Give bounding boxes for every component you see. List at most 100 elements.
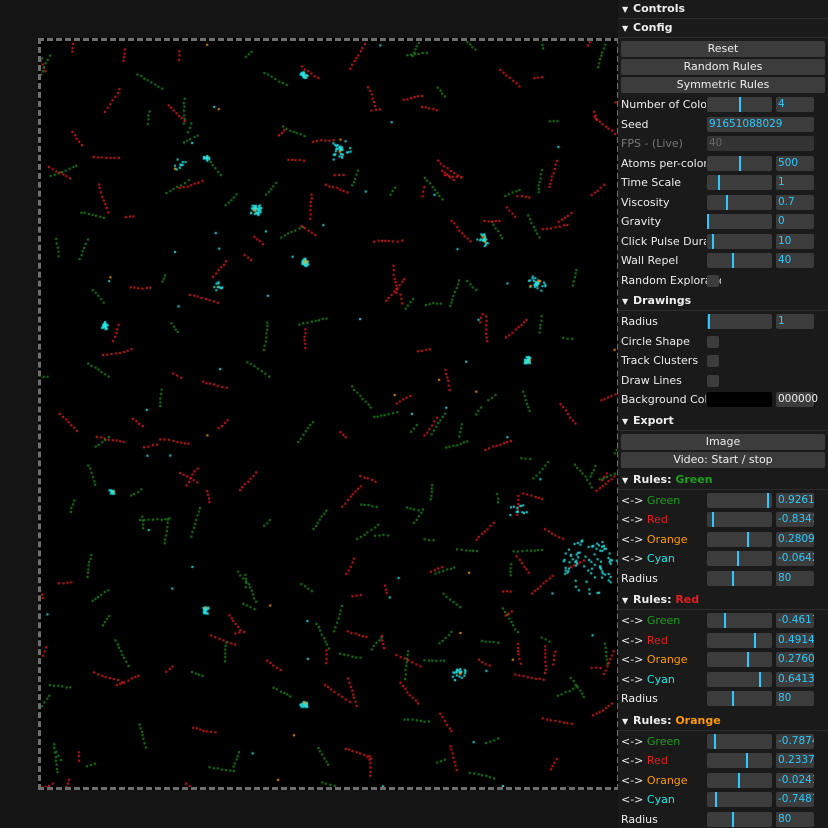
rule-green-red-input[interactable]: -0.83416: [776, 512, 814, 527]
rule-orange-orange-slider[interactable]: [707, 772, 772, 788]
radius-input[interactable]: 1: [776, 314, 814, 329]
export-image-button[interactable]: Image: [621, 433, 825, 450]
slider-knob[interactable]: [758, 671, 761, 687]
rule-orange-cyan-slider[interactable]: [707, 792, 772, 807]
number-of-colors-slider[interactable]: [707, 97, 772, 112]
controls-folder-title[interactable]: ▼ Controls: [618, 0, 828, 19]
rule-red-red-input[interactable]: 0.491424: [776, 632, 814, 648]
rule-red-cyan-input[interactable]: 0.641348: [776, 671, 814, 687]
rule-green-green-slider[interactable]: [707, 492, 772, 508]
rule-red-radius-slider[interactable]: [707, 691, 772, 706]
slider-knob[interactable]: [724, 613, 726, 628]
slider-knob[interactable]: [718, 175, 721, 190]
rule-green-red-slider[interactable]: [707, 512, 772, 527]
rule-orange-red-slider[interactable]: [707, 753, 772, 768]
slider-knob[interactable]: [732, 691, 735, 706]
track-clusters-checkbox[interactable]: [707, 355, 719, 367]
rules-prefix: Rules:: [633, 472, 672, 486]
rule-red-red-slider[interactable]: [707, 632, 772, 648]
viscosity-slider[interactable]: [707, 194, 772, 210]
rule-label: <-> Green: [621, 611, 706, 631]
rule-green-radius-input[interactable]: 80: [776, 570, 814, 586]
draw-lines-checkbox[interactable]: [707, 374, 719, 387]
rule-red-orange-row: <-> Orange 0.276072: [618, 650, 828, 670]
rule-label: <-> Red: [621, 751, 706, 771]
background-color-hex-input[interactable]: 000000: [776, 392, 818, 407]
rules-green-folder-title[interactable]: ▼ Rules: Green: [618, 470, 828, 490]
click-pulse-duration-input[interactable]: 10: [776, 233, 814, 249]
rule-orange-radius-slider[interactable]: [707, 811, 772, 827]
slider-knob[interactable]: [738, 97, 741, 112]
slider-knob[interactable]: [746, 753, 749, 768]
drawings-folder-title[interactable]: ▼ Drawings: [618, 292, 828, 311]
random-rules-button[interactable]: Random Rules: [621, 59, 825, 75]
rule-green-orange-slider[interactable]: [707, 531, 772, 547]
slider-knob[interactable]: [732, 570, 735, 586]
rule-red-orange-input[interactable]: 0.276072: [776, 652, 814, 667]
rule-green-cyan-slider[interactable]: [707, 551, 772, 566]
slider-knob[interactable]: [707, 314, 710, 329]
seed-input[interactable]: 91651088029: [707, 116, 814, 132]
slider-knob[interactable]: [737, 772, 740, 788]
viscosity-input[interactable]: 0.7: [776, 194, 814, 210]
atoms-per-color-slider[interactable]: [707, 155, 772, 171]
wall-repel-slider[interactable]: [707, 253, 772, 268]
circle-shape-checkbox[interactable]: [707, 335, 719, 348]
gravity-slider[interactable]: [707, 214, 772, 229]
rule-orange-radius-input[interactable]: 80: [776, 811, 814, 827]
rule-orange-orange-input[interactable]: -0.02411: [776, 772, 814, 788]
slider-knob[interactable]: [707, 214, 709, 229]
slider-knob[interactable]: [754, 632, 757, 648]
gravity-input[interactable]: 0: [776, 214, 814, 229]
rule-orange-cyan-input[interactable]: -0.74875: [776, 792, 814, 807]
export-video-button[interactable]: Video: Start / stop: [621, 451, 825, 468]
slider-knob[interactable]: [712, 512, 715, 527]
time-scale-slider[interactable]: [707, 175, 772, 190]
radius-slider[interactable]: [707, 314, 772, 329]
rule-green-radius-slider[interactable]: [707, 570, 772, 586]
rule-red-green-slider[interactable]: [707, 613, 772, 628]
rule-green-cyan-input[interactable]: -0.06427: [776, 551, 814, 566]
rule-label: <-> Orange: [621, 650, 706, 670]
rule-orange-green-input[interactable]: -0.78747: [776, 733, 814, 749]
rule-orange-green-slider[interactable]: [707, 733, 772, 749]
rule-red-cyan-slider[interactable]: [707, 671, 772, 687]
config-folder-title[interactable]: ▼ Config: [618, 19, 828, 38]
rule-green-green-input[interactable]: 0.926139: [776, 492, 814, 508]
rule-arrow: <->: [621, 493, 644, 507]
particle-simulation-canvas[interactable]: [41, 41, 617, 787]
slider-knob[interactable]: [715, 792, 718, 807]
rules-red-folder-title[interactable]: ▼ Rules: Red: [618, 591, 828, 610]
rule-red-green-input[interactable]: -0.46170: [776, 613, 814, 628]
wall-repel-input[interactable]: 40: [776, 253, 814, 268]
background-color-swatch[interactable]: [707, 392, 772, 407]
simulation-canvas-frame[interactable]: [38, 38, 620, 790]
rules-prefix: Rules:: [633, 713, 672, 727]
number-of-colors-label: Number of Colors: [621, 98, 706, 111]
slider-knob[interactable]: [713, 733, 716, 749]
export-folder-title[interactable]: ▼ Export: [618, 411, 828, 431]
atoms-per-color-input[interactable]: 500: [776, 155, 814, 171]
rule-label: <-> Cyan: [621, 670, 706, 690]
slider-knob[interactable]: [732, 253, 735, 268]
reset-button[interactable]: Reset: [621, 41, 825, 57]
click-pulse-duration-slider[interactable]: [707, 233, 772, 249]
slider-knob[interactable]: [732, 811, 735, 827]
rule-green-orange-input[interactable]: 0.280928: [776, 531, 814, 547]
number-of-colors-row: Number of Colors 4: [618, 95, 828, 115]
slider-knob[interactable]: [736, 551, 739, 566]
rules-orange-folder-title[interactable]: ▼ Rules: Orange: [618, 711, 828, 731]
slider-knob[interactable]: [738, 155, 741, 171]
time-scale-input[interactable]: 1: [776, 175, 814, 190]
random-exploration-checkbox[interactable]: [707, 274, 719, 287]
rule-orange-red-input[interactable]: 0.233733: [776, 753, 814, 768]
slider-knob[interactable]: [725, 194, 728, 210]
slider-knob[interactable]: [767, 492, 770, 508]
slider-knob[interactable]: [747, 531, 750, 547]
rule-red-radius-input[interactable]: 80: [776, 691, 814, 706]
slider-knob[interactable]: [712, 233, 715, 249]
rule-red-orange-slider[interactable]: [707, 652, 772, 667]
number-of-colors-input[interactable]: 4: [776, 97, 814, 112]
symmetric-rules-button[interactable]: Symmetric Rules: [621, 77, 825, 93]
slider-knob[interactable]: [747, 652, 750, 667]
